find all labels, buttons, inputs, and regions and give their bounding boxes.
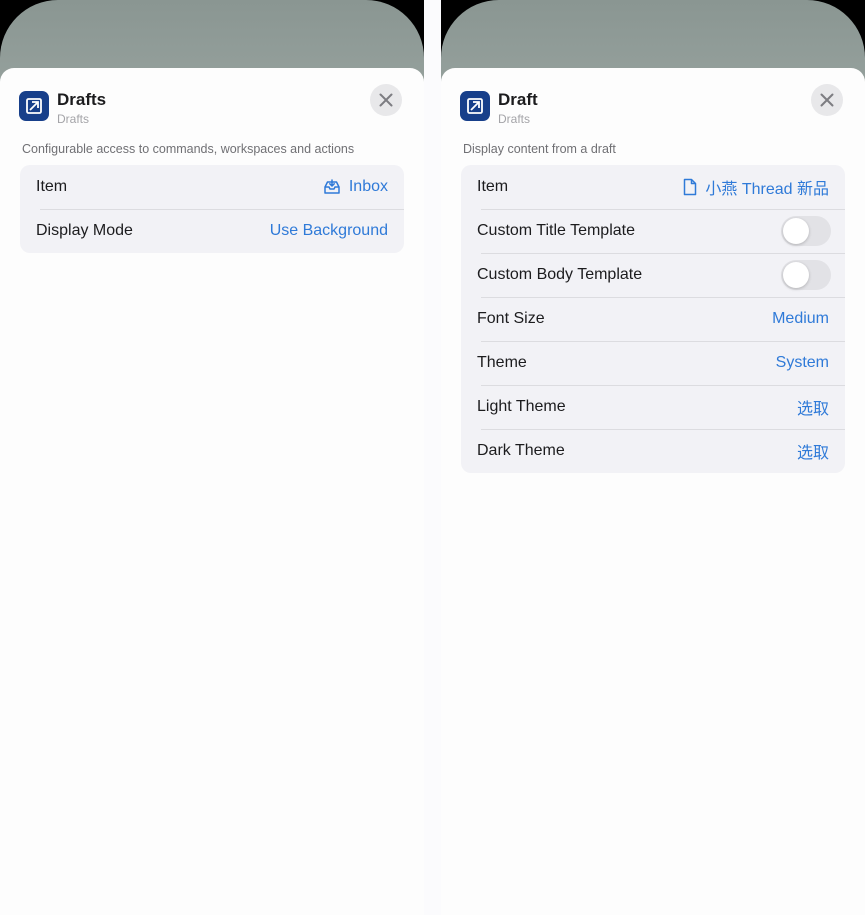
document-icon	[684, 178, 697, 196]
row-label: Font Size	[477, 310, 545, 327]
app-title: Draft	[498, 90, 538, 109]
row-label: Dark Theme	[477, 442, 565, 459]
row-label: Custom Title Template	[477, 222, 635, 239]
right-screenshot-panel: Draft Drafts Display content from a draf…	[441, 0, 865, 915]
dark-theme-row[interactable]: Dark Theme 选取	[461, 429, 845, 473]
inbox-tray-icon	[324, 179, 340, 194]
sheet-header: Draft Drafts	[460, 90, 850, 126]
left-screenshot-panel: Drafts Drafts Configurable access to com…	[0, 0, 424, 915]
font-size-row[interactable]: Font Size Medium	[461, 297, 845, 341]
sheet-header: Drafts Drafts	[19, 90, 409, 126]
custom-body-template-toggle[interactable]	[781, 260, 831, 290]
app-subtitle: Drafts	[57, 112, 90, 126]
close-icon	[820, 93, 834, 107]
app-title: Drafts	[57, 90, 107, 109]
drafts-app-icon	[460, 91, 490, 121]
settings-group: Item 小燕 Thread 新品 Custom Title Template …	[461, 165, 845, 473]
widget-description: Configurable access to commands, workspa…	[22, 142, 355, 156]
row-label: Light Theme	[477, 398, 566, 415]
row-label: Display Mode	[36, 222, 133, 239]
custom-title-template-toggle[interactable]	[781, 216, 831, 246]
settings-group: Item Inbox Display Mode Use Background	[20, 165, 404, 253]
widget-config-sheet: Drafts Drafts Configurable access to com…	[0, 68, 424, 915]
row-label: Theme	[477, 354, 527, 371]
row-label: Item	[36, 178, 68, 195]
widget-config-sheet: Draft Drafts Display content from a draf…	[441, 68, 865, 915]
app-subtitle: Drafts	[498, 112, 531, 126]
light-theme-choose-button[interactable]: 选取	[797, 395, 829, 419]
row-label: Custom Body Template	[477, 266, 643, 283]
item-value: 小燕 Thread 新品	[705, 181, 829, 198]
row-label: Item	[477, 178, 509, 195]
close-button[interactable]	[811, 84, 843, 116]
item-value-button[interactable]: Inbox	[323, 178, 388, 196]
close-button[interactable]	[370, 84, 402, 116]
custom-title-template-row: Custom Title Template	[461, 209, 845, 253]
custom-body-template-row: Custom Body Template	[461, 253, 845, 297]
panel-divider	[424, 0, 441, 915]
widget-description: Display content from a draft	[463, 142, 616, 156]
light-theme-row[interactable]: Light Theme 选取	[461, 385, 845, 429]
theme-row[interactable]: Theme System	[461, 341, 845, 385]
drafts-app-icon	[19, 91, 49, 121]
item-row[interactable]: Item Inbox	[20, 165, 404, 209]
display-mode-value-button[interactable]: Use Background	[270, 222, 388, 240]
item-row[interactable]: Item 小燕 Thread 新品	[461, 165, 845, 209]
font-size-value-button[interactable]: Medium	[772, 310, 829, 328]
theme-value-button[interactable]: System	[776, 354, 829, 372]
item-value-button[interactable]: 小燕 Thread 新品	[683, 175, 829, 199]
display-mode-row[interactable]: Display Mode Use Background	[20, 209, 404, 253]
item-value: Inbox	[348, 178, 388, 195]
dark-theme-choose-button[interactable]: 选取	[797, 439, 829, 463]
close-icon	[379, 93, 393, 107]
